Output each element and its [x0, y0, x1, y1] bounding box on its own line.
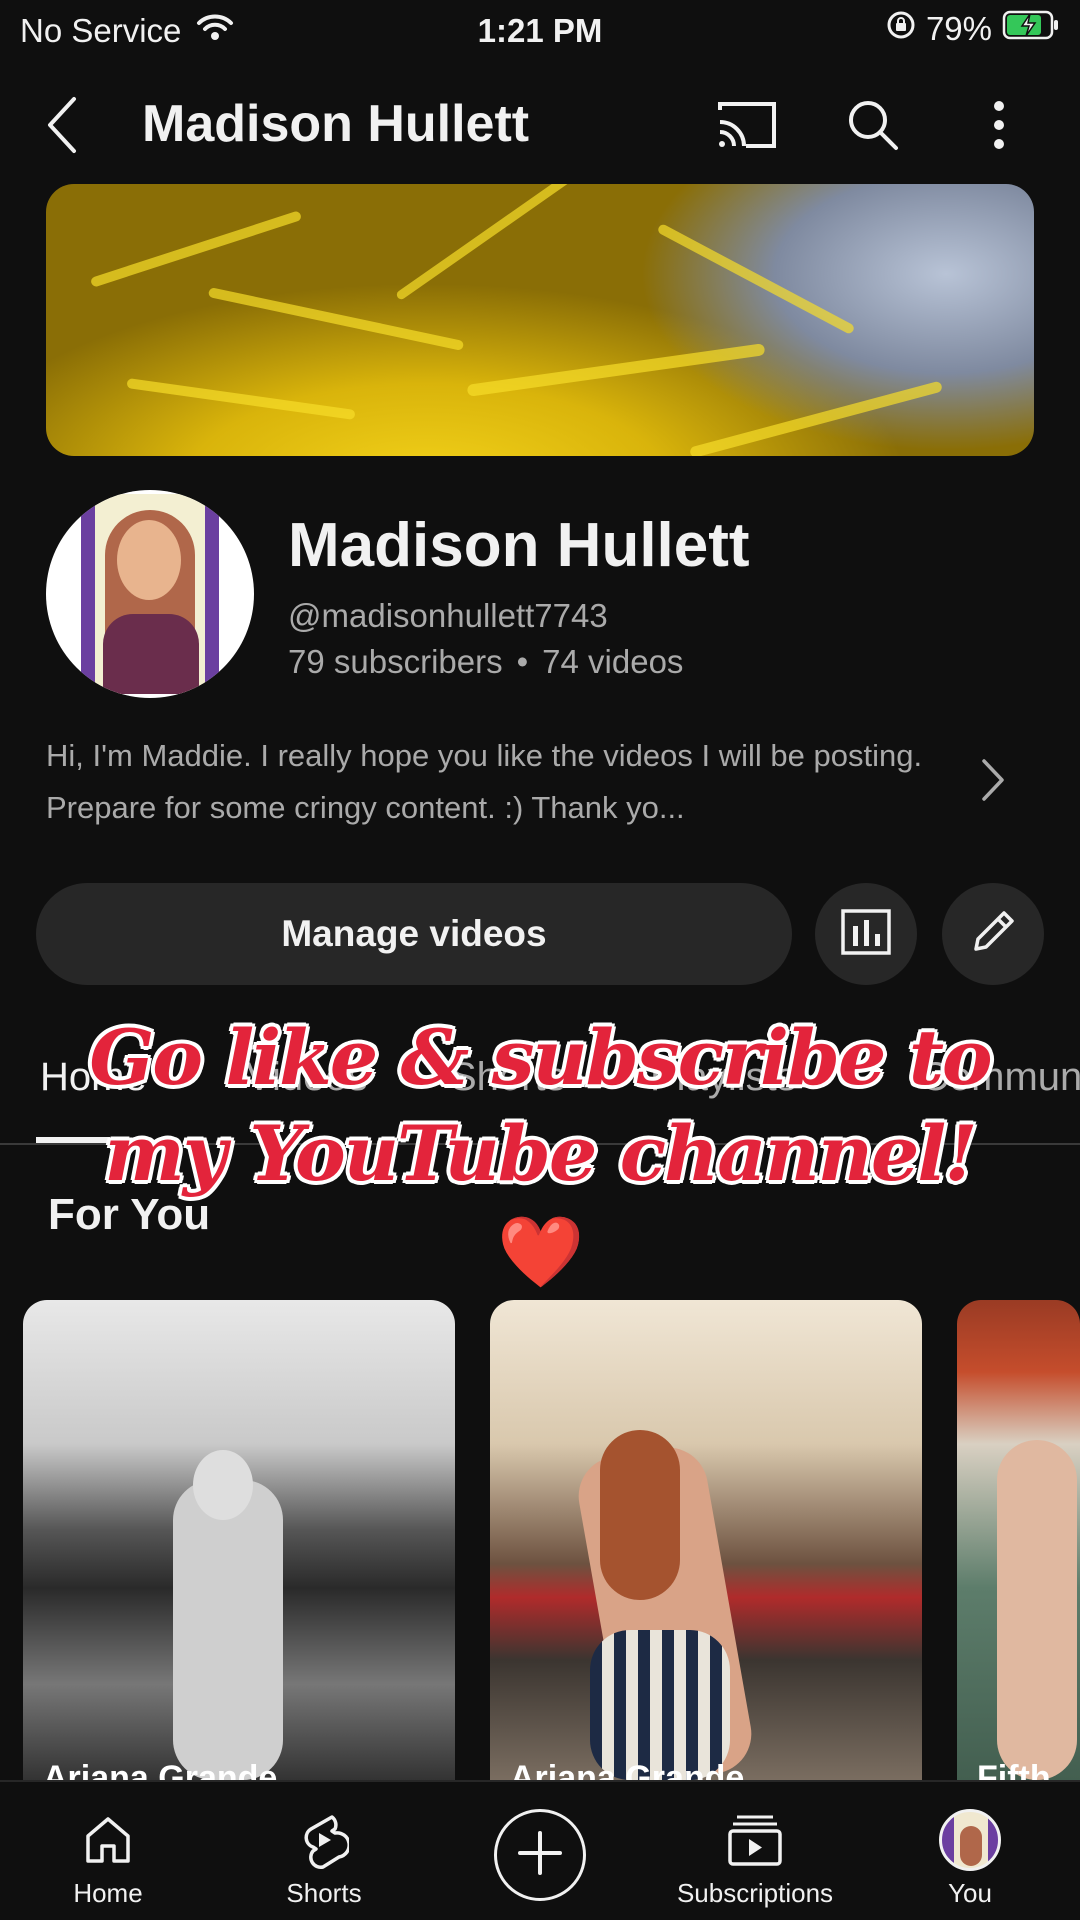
chevron-right-icon[interactable] — [980, 757, 1020, 807]
cast-icon[interactable] — [712, 90, 782, 160]
avatar-photo — [81, 494, 219, 694]
channel-avatar[interactable] — [46, 490, 254, 698]
nav-label: Subscriptions — [676, 1878, 834, 1908]
wifi-icon — [195, 12, 235, 50]
short-card[interactable]: Ariana Grande — [490, 1300, 922, 1780]
bottom-navigation: Home Shorts Subscriptions You — [0, 1780, 1080, 1920]
subscriber-count: 79 subscribers — [288, 643, 503, 680]
nav-subscriptions[interactable]: Subscriptions — [655, 1782, 855, 1920]
manage-videos-button[interactable]: Manage videos — [36, 883, 792, 985]
carrier-label: No Service — [20, 12, 182, 49]
battery-charging-icon — [1002, 10, 1060, 48]
nav-shorts[interactable]: Shorts — [224, 1782, 424, 1920]
nav-you[interactable]: You — [870, 1782, 1070, 1920]
shorts-icon — [299, 1810, 349, 1870]
nav-label: Shorts — [286, 1878, 362, 1908]
channel-name: Madison Hullett — [288, 511, 750, 580]
channel-description[interactable]: Hi, I'm Maddie. I really hope you like t… — [46, 730, 956, 834]
video-count: 74 videos — [542, 643, 684, 680]
carrier-group: No Service — [20, 12, 235, 50]
nav-home[interactable]: Home — [8, 1782, 208, 1920]
promo-overlay-text: Go like & subscribe to my YouTube channe… — [60, 1010, 1020, 1300]
back-icon[interactable] — [44, 92, 94, 158]
nav-label: Home — [73, 1878, 143, 1908]
create-button[interactable] — [494, 1809, 586, 1901]
status-bar: No Service 1:21 PM 79% — [0, 0, 1080, 60]
battery-percent: 79% — [925, 10, 992, 47]
subscriptions-icon — [727, 1810, 783, 1870]
edit-pencil-icon — [966, 905, 1020, 964]
short-caption: Ariana Grande — [510, 1759, 745, 1780]
analytics-button[interactable] — [815, 883, 917, 985]
channel-handle: @madisonhullett7743 — [288, 597, 608, 634]
channel-banner — [46, 184, 1034, 456]
overlay-line-2: my YouTube channel! — [104, 1109, 977, 1198]
section-title: For You — [48, 1190, 211, 1239]
more-icon[interactable] — [964, 90, 1034, 160]
stats-separator: • — [516, 643, 529, 680]
app-header: Madison Hullett — [0, 80, 1080, 170]
create-plus-icon — [516, 1829, 564, 1882]
home-icon — [82, 1810, 134, 1870]
search-icon[interactable] — [838, 90, 908, 160]
nav-label: You — [948, 1878, 992, 1908]
you-avatar-icon — [939, 1809, 1001, 1871]
rotation-lock-icon — [886, 10, 916, 48]
header-title: Madison Hullett — [142, 95, 530, 153]
short-card[interactable]: Fifth — [957, 1300, 1080, 1780]
heart-emoji: ❤️ — [497, 1210, 584, 1293]
short-caption: Ariana Grande — [43, 1759, 278, 1780]
overlay-line-1: Go like & subscribe to — [89, 1013, 992, 1102]
status-right: 79% — [886, 10, 1060, 48]
edit-channel-button[interactable] — [942, 883, 1044, 985]
short-caption: Fifth — [977, 1759, 1051, 1780]
analytics-icon — [840, 908, 892, 961]
channel-stats: 79 subscribers • 74 videos — [288, 643, 683, 681]
short-card[interactable]: Ariana Grande — [23, 1300, 455, 1780]
